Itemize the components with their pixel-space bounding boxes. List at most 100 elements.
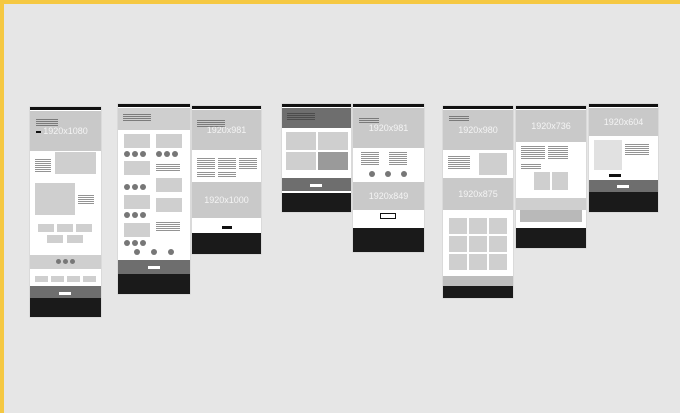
band — [516, 198, 586, 210]
text-block — [448, 156, 470, 170]
circle-icon — [63, 259, 68, 264]
artboard-home[interactable]: 1920x1080 — [30, 107, 101, 317]
hero-button — [36, 131, 41, 133]
card — [520, 210, 582, 222]
circle-icon — [56, 259, 61, 264]
circle-icon — [156, 151, 162, 157]
artboard-listing[interactable] — [118, 104, 190, 294]
text-block — [548, 146, 568, 160]
circle-icon — [70, 259, 75, 264]
circle-icon — [132, 151, 138, 157]
card — [449, 254, 467, 270]
artboard-service-detail[interactable]: 1920x736 — [516, 106, 586, 248]
text-block — [123, 114, 151, 122]
card — [67, 235, 83, 243]
card — [83, 276, 96, 282]
footer — [443, 286, 513, 298]
cta-button — [310, 184, 322, 187]
card — [489, 218, 507, 234]
text-block — [521, 146, 545, 160]
text-block — [197, 172, 215, 178]
hero-placeholder: 1920x981 — [353, 108, 424, 148]
artboard-services[interactable]: 1920x980 1920x875 — [443, 106, 513, 298]
footer — [192, 233, 261, 254]
nav-bar — [30, 107, 101, 110]
circle-icon — [151, 249, 157, 255]
footer — [589, 192, 658, 212]
section-placeholder: 1920x1000 — [192, 182, 261, 218]
circle-icon — [168, 249, 174, 255]
card — [469, 218, 487, 234]
image-placeholder — [124, 161, 150, 175]
form-panel — [594, 140, 622, 170]
circle-icon — [140, 184, 146, 190]
text-block — [78, 195, 94, 205]
card — [449, 218, 467, 234]
image-placeholder — [35, 183, 75, 215]
circle-icon — [124, 240, 130, 246]
circle-icon — [134, 249, 140, 255]
hero-placeholder: 1920x981 — [192, 110, 261, 150]
card — [57, 224, 73, 232]
circle-icon — [172, 151, 178, 157]
artboard-about[interactable]: 1920x981 1920x849 — [353, 104, 424, 252]
nav-bar — [282, 104, 351, 107]
circle-icon — [124, 184, 130, 190]
artboard-gallery[interactable] — [282, 104, 351, 212]
circle-icon — [369, 171, 375, 177]
nav-bar — [443, 106, 513, 109]
footer — [353, 228, 424, 252]
text-block — [389, 152, 407, 166]
image-placeholder — [318, 152, 348, 170]
circle-icon — [124, 212, 130, 218]
text-block — [197, 120, 225, 128]
circle-icon — [132, 212, 138, 218]
hero-placeholder: 1920x736 — [516, 110, 586, 142]
card — [67, 276, 80, 282]
card — [449, 236, 467, 252]
footer — [282, 193, 351, 212]
text-block — [449, 116, 469, 122]
hero-placeholder: 1920x604 — [589, 108, 658, 136]
card — [47, 235, 63, 243]
nav-bar — [192, 106, 261, 109]
cta-band — [443, 276, 513, 286]
circle-icon — [140, 240, 146, 246]
nav-bar — [589, 104, 658, 107]
image-placeholder — [156, 178, 182, 192]
image-placeholder — [552, 172, 568, 190]
text-block — [35, 159, 51, 173]
section-placeholder: 1920x875 — [443, 178, 513, 210]
nav-bar — [118, 104, 190, 107]
cta-button — [148, 266, 160, 269]
circle-icon — [132, 240, 138, 246]
nav-bar — [516, 106, 586, 109]
image-placeholder — [55, 152, 96, 174]
artboard-contact[interactable]: 1920x604 — [589, 104, 658, 212]
text-block — [218, 172, 236, 178]
cta-button — [59, 292, 71, 295]
canvas-edge-top — [0, 0, 680, 4]
text-block — [36, 119, 58, 127]
image-placeholder — [124, 195, 150, 209]
section-button — [222, 226, 232, 229]
image-placeholder — [124, 134, 150, 148]
footer — [516, 228, 586, 248]
circle-icon — [164, 151, 170, 157]
text-block — [239, 158, 257, 170]
image-placeholder — [286, 152, 316, 170]
text-block — [156, 164, 180, 172]
circle-icon — [401, 171, 407, 177]
card — [489, 254, 507, 270]
section-button — [380, 213, 396, 219]
text-block — [361, 152, 379, 166]
circle-icon — [140, 212, 146, 218]
circle-icon — [124, 151, 130, 157]
text-block — [359, 118, 379, 124]
submit-button — [609, 174, 621, 177]
image-placeholder — [156, 134, 182, 148]
text-block — [218, 158, 236, 170]
artboard-detail[interactable]: 1920x981 1920x1000 — [192, 106, 261, 254]
image-placeholder — [479, 153, 507, 175]
card — [469, 236, 487, 252]
